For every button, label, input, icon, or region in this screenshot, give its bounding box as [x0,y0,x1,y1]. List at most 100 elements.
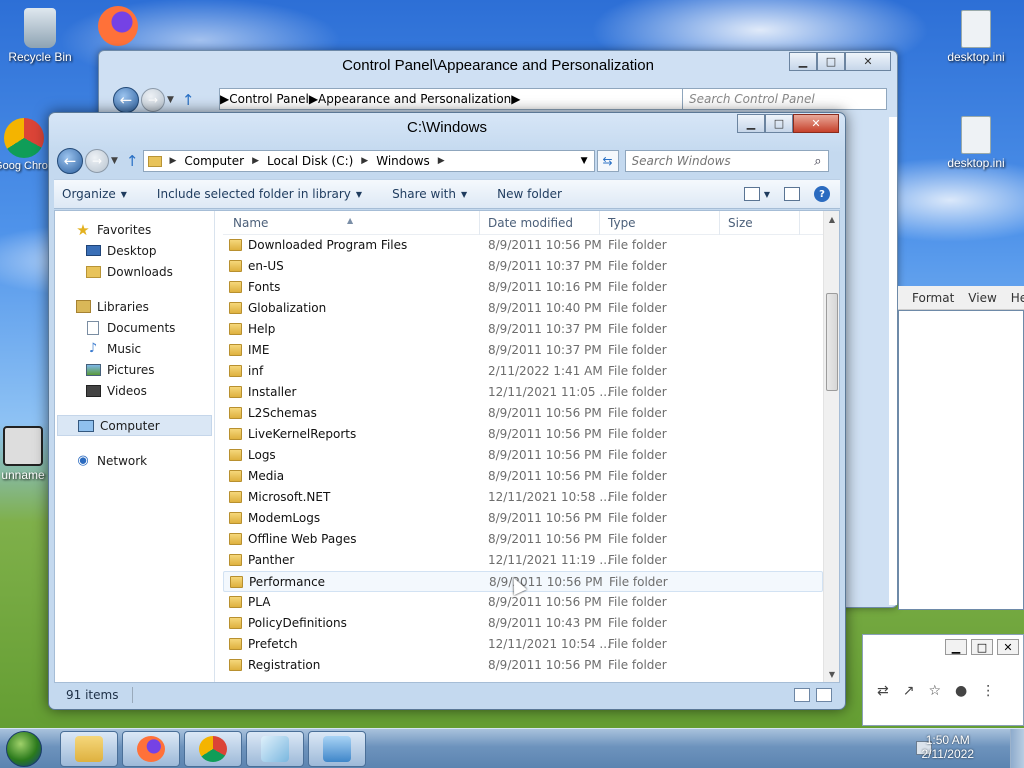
chevron-down-icon[interactable]: ▼ [764,190,770,199]
table-row[interactable]: Logs 8/9/2011 10:56 PM File folder [223,445,823,466]
sidebar-item-documents[interactable]: Documents [55,317,214,338]
search-box[interactable]: ⌕ [624,150,829,172]
table-row[interactable]: Help 8/9/2011 10:37 PM File folder [223,319,823,340]
minimize-button[interactable]: ▁ [945,639,967,655]
system-clock[interactable]: 1:50 AM 2/11/2022 [922,733,975,761]
sidebar-item-favorites[interactable]: ★ Favorites [55,219,214,240]
show-desktop-button[interactable] [1010,729,1024,768]
table-row[interactable]: inf 2/11/2022 1:41 AM File folder [223,361,823,382]
more-icon[interactable]: ⋮ [981,683,995,699]
table-row[interactable]: Installer 12/11/2021 11:05 ... File folder [223,382,823,403]
column-header-size[interactable]: Size [728,216,753,230]
maximize-button[interactable]: □ [765,114,793,133]
table-row[interactable]: IME 8/9/2011 10:37 PM File folder [223,340,823,361]
sidebar-item-pictures[interactable]: Pictures [55,359,214,380]
recycle-bin-icon[interactable]: Recycle Bin [0,8,80,64]
share-with-button[interactable]: Share with ▼ [392,187,467,201]
up-arrow-icon[interactable]: ↑ [126,152,139,170]
column-header-name[interactable]: Name [233,216,268,230]
scroll-up-icon[interactable]: ▲ [824,211,840,227]
table-row[interactable]: Downloaded Program Files 8/9/2011 10:56 P… [223,235,823,256]
up-arrow-icon[interactable]: ↑ [182,91,195,109]
share-icon[interactable]: ↗ [903,683,915,699]
table-row[interactable]: LiveKernelReports 8/9/2011 10:56 PM File f… [223,424,823,445]
table-row[interactable]: L2Schemas 8/9/2011 10:56 PM File folder [223,403,823,424]
maximize-button[interactable]: □ [971,639,993,655]
back-button[interactable]: ← [57,148,83,174]
sidebar-item-downloads[interactable]: Downloads [55,261,214,282]
breadcrumb-item[interactable]: Computer [184,154,244,168]
new-folder-button[interactable]: New folder [497,187,562,201]
large-icons-view-icon[interactable] [816,688,832,702]
table-row[interactable]: Panther 12/11/2021 11:19 ... File folder [223,550,823,571]
sidebar-item-music[interactable]: ♪ Music [55,338,214,359]
close-button[interactable]: ✕ [845,52,891,71]
table-row[interactable]: ModemLogs 8/9/2011 10:56 PM File folder [223,508,823,529]
details-view-icon[interactable] [794,688,810,702]
help-icon[interactable]: ? [814,186,830,202]
search-icon[interactable]: ⌕ [814,154,821,169]
minimize-button[interactable]: ▁ [737,114,765,133]
sidebar-item-libraries[interactable]: Libraries [55,296,214,317]
sidebar-item-videos[interactable]: Videos [55,380,214,401]
back-button[interactable]: ← [113,87,139,113]
taskbar-control-panel-button[interactable] [308,731,366,767]
desktop-ini-icon[interactable]: desktop.ini [936,10,1016,64]
vertical-scrollbar[interactable]: ▲ ▼ [823,211,839,682]
breadcrumb-item[interactable]: Local Disk (C:) [267,154,353,168]
column-header-type[interactable]: Type [608,216,636,230]
include-in-library-button[interactable]: Include selected folder in library ▼ [157,187,362,201]
table-row[interactable]: Prefetch 12/11/2021 10:54 ... File folder [223,634,823,655]
star-icon[interactable]: ☆ [928,683,941,699]
table-row[interactable]: Microsoft.NET 12/11/2021 10:58 ... File fo… [223,487,823,508]
organize-button[interactable]: Organize ▼ [62,187,127,201]
taskbar-explorer-button[interactable] [60,731,118,767]
table-row[interactable]: Offline Web Pages 8/9/2011 10:56 PM File f… [223,529,823,550]
maximize-button[interactable]: □ [817,52,845,71]
forward-button[interactable]: → [141,88,165,112]
firefox-desktop-icon[interactable] [78,6,158,48]
menu-item-help[interactable]: Help [1011,291,1024,305]
search-input[interactable] [631,154,802,168]
translate-icon[interactable]: ⇄ [877,683,889,699]
desktop-ini-icon-2[interactable]: desktop.ini [936,116,1016,170]
scroll-thumb[interactable] [826,293,838,391]
chevron-down-icon[interactable]: ▼ [581,156,588,166]
chrome-desktop-icon[interactable]: Goog Chron [0,118,54,172]
forward-button[interactable]: → [85,149,109,173]
table-row[interactable]: PLA 8/9/2011 10:56 PM File folder [223,592,823,613]
sidebar-item-computer[interactable]: Computer [57,415,212,436]
close-button[interactable]: ✕ [793,114,839,133]
preview-pane-icon[interactable] [784,187,800,201]
breadcrumb-item[interactable]: Appearance and Personalization [318,92,511,106]
refresh-button[interactable]: ⇆ [596,150,619,172]
start-button[interactable] [6,731,42,767]
table-row[interactable]: Fonts 8/9/2011 10:16 PM File folder [223,277,823,298]
chevron-down-icon[interactable]: ▼ [111,156,118,166]
table-row[interactable]: Registration 8/9/2011 10:56 PM File folder [223,655,823,676]
chevron-down-icon[interactable]: ▼ [167,95,174,105]
address-bar[interactable]: ▶ Computer ▶ Local Disk (C:) ▶ Windows ▶… [142,150,595,172]
breadcrumb-item[interactable]: Control Panel [229,92,309,106]
search-input[interactable]: Search Control Panel [682,88,887,110]
breadcrumb-item[interactable]: Windows [376,154,430,168]
chrome-window[interactable]: ▁ □ ✕ ⇄ ↗ ☆ ● ⋮ [862,634,1024,726]
menu-item-view[interactable]: View [968,291,996,305]
taskbar-notepad-button[interactable] [246,731,304,767]
unnamed-desktop-icon[interactable]: unname [0,426,50,482]
column-header-date[interactable]: Date modified [488,216,573,230]
table-row[interactable]: PolicyDefinitions 8/9/2011 10:43 PM File f… [223,613,823,634]
menu-item-format[interactable]: Format [912,291,954,305]
taskbar-chrome-button[interactable] [184,731,242,767]
sidebar-item-desktop[interactable]: Desktop [55,240,214,261]
profile-icon[interactable]: ● [955,683,967,699]
view-options-icon[interactable] [743,187,760,201]
taskbar-firefox-button[interactable] [122,731,180,767]
explorer-window[interactable]: C:\Windows ▁ □ ✕ ← → ▼ ↑ ▶ Computer ▶ Lo… [48,112,846,710]
table-row[interactable]: Globalization 8/9/2011 10:40 PM File folde… [223,298,823,319]
sidebar-item-network[interactable]: ◉ Network [55,450,214,471]
close-button[interactable]: ✕ [997,639,1019,655]
scroll-down-icon[interactable]: ▼ [824,666,840,682]
table-row[interactable]: en-US 8/9/2011 10:37 PM File folder [223,256,823,277]
table-row[interactable]: Media 8/9/2011 10:56 PM File folder [223,466,823,487]
